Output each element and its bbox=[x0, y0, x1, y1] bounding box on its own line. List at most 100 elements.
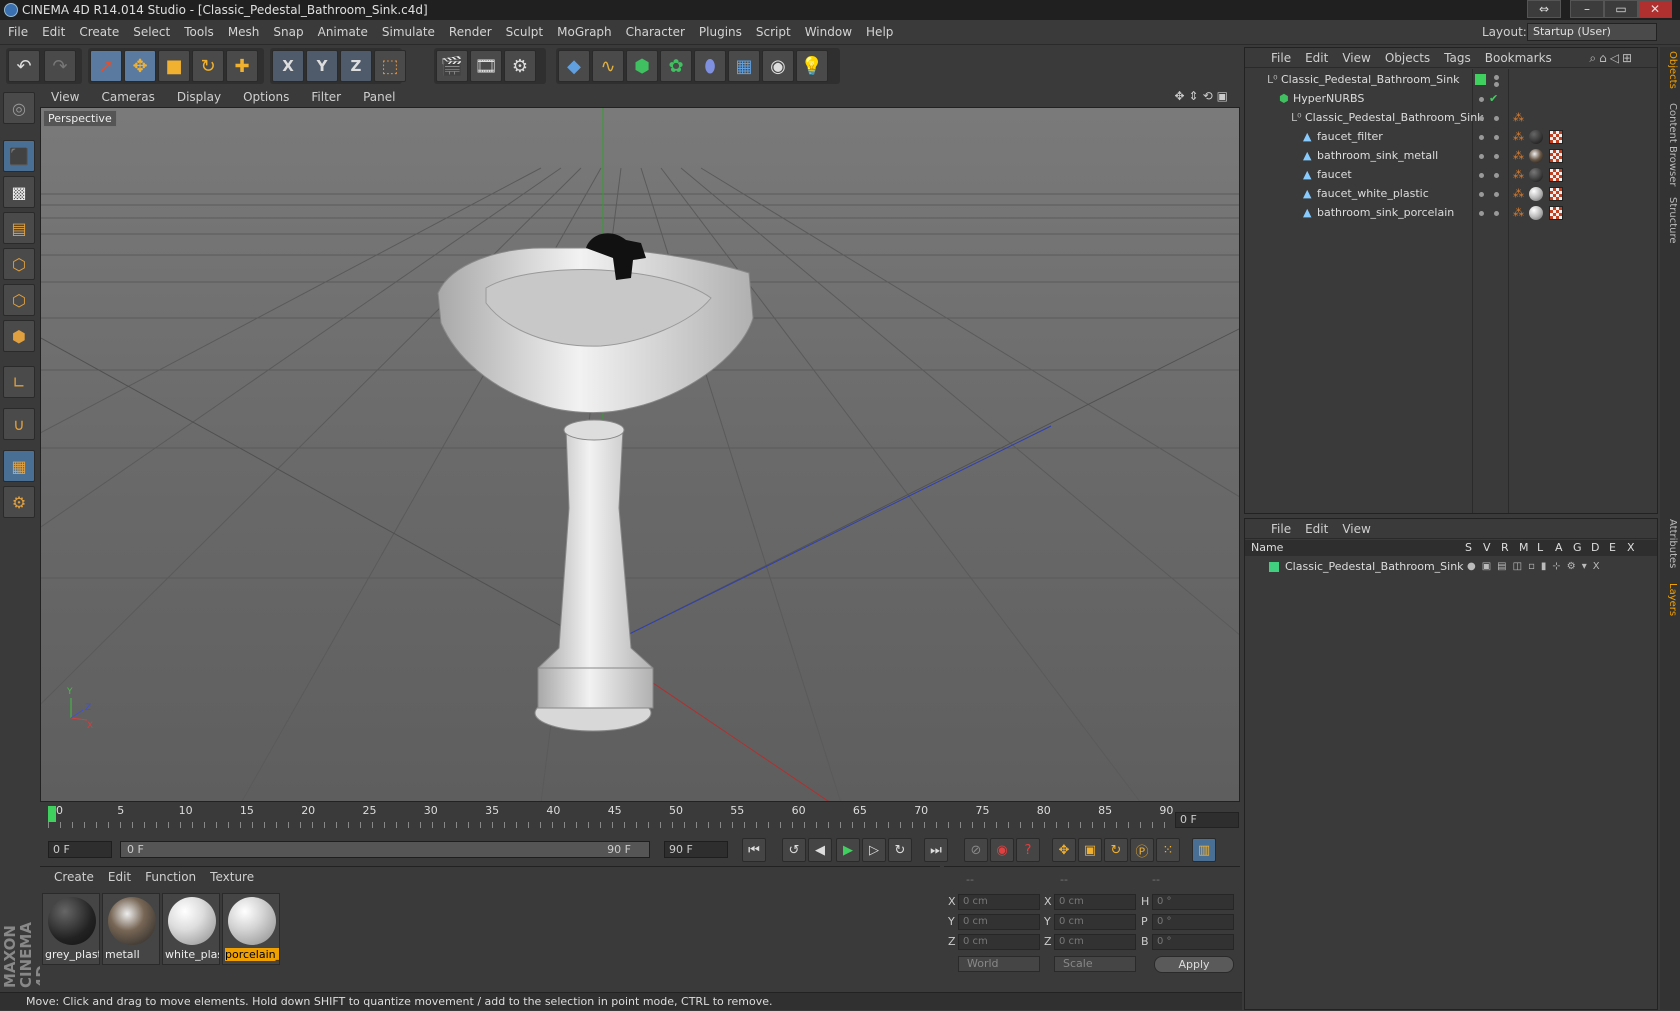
viewport-menu-display[interactable]: Display bbox=[166, 87, 232, 107]
viewport-nav-icons[interactable]: ✥⇕⟲▣ bbox=[1174, 89, 1232, 103]
material-swatch[interactable]: grey_plasti bbox=[42, 893, 100, 965]
object-row[interactable]: ▲ faucet_filter ⁂ bbox=[1245, 127, 1657, 147]
tab-attributes[interactable]: Attributes bbox=[1662, 519, 1678, 568]
phong-tag-icon[interactable]: ⁂ bbox=[1513, 146, 1524, 166]
floor-icon[interactable]: ▦ bbox=[728, 50, 760, 82]
keyframe-selection-icon[interactable]: ? bbox=[1016, 838, 1040, 862]
previous-key-icon[interactable]: ↺ bbox=[782, 838, 806, 862]
lm-menu-edit[interactable]: Edit bbox=[1305, 522, 1328, 536]
position-y-field[interactable]: 0 cm bbox=[958, 914, 1040, 930]
playhead[interactable] bbox=[48, 806, 56, 822]
object-row[interactable]: ▲ bathroom_sink_metall ⁂ bbox=[1245, 146, 1657, 166]
material-swatch[interactable]: white_plas bbox=[162, 893, 220, 965]
next-key-icon[interactable]: ↻ bbox=[888, 838, 912, 862]
size-z-field[interactable]: 0 cm bbox=[1054, 934, 1136, 950]
enabled-check-icon[interactable]: ✔ bbox=[1489, 89, 1498, 109]
material-swatch[interactable]: porcelain_v bbox=[222, 893, 280, 965]
menu-animate[interactable]: Animate bbox=[311, 20, 375, 45]
menu-mograph[interactable]: MoGraph bbox=[550, 20, 619, 45]
minimize-button[interactable]: – bbox=[1570, 0, 1604, 18]
uvw-tag-icon[interactable] bbox=[1549, 149, 1563, 163]
viewport-menu-filter[interactable]: Filter bbox=[300, 87, 352, 107]
render-dot[interactable] bbox=[1494, 82, 1499, 87]
light-icon[interactable]: 💡 bbox=[796, 50, 828, 82]
cube-icon[interactable]: ◆ bbox=[558, 50, 590, 82]
rotation-h-field[interactable]: 0 ° bbox=[1152, 894, 1234, 910]
make-editable-icon[interactable]: ◎ bbox=[3, 92, 35, 124]
viewport-menu-cameras[interactable]: Cameras bbox=[90, 87, 165, 107]
key-point-level-icon[interactable]: ⁙ bbox=[1156, 838, 1180, 862]
camera-icon[interactable]: ◉ bbox=[762, 50, 794, 82]
menu-simulate[interactable]: Simulate bbox=[375, 20, 442, 45]
om-menu-file[interactable]: File bbox=[1271, 51, 1291, 65]
end-frame-field[interactable]: 90 F bbox=[664, 841, 728, 858]
record-keys-icon[interactable]: ⊘ bbox=[964, 838, 988, 862]
menu-select[interactable]: Select bbox=[126, 20, 177, 45]
visibility-dot[interactable] bbox=[1479, 97, 1484, 102]
material-tag-icon[interactable] bbox=[1529, 187, 1543, 201]
menu-edit[interactable]: Edit bbox=[35, 20, 72, 45]
render-picture-viewer-icon[interactable]: 🎞 bbox=[470, 50, 502, 82]
world-dropdown[interactable]: World bbox=[958, 956, 1040, 972]
phong-tag-icon[interactable]: ⁂ bbox=[1513, 203, 1524, 223]
om-menu-view[interactable]: View bbox=[1342, 51, 1370, 65]
render-view-icon[interactable]: 🎬 bbox=[436, 50, 468, 82]
go-to-end-icon[interactable]: ⏭ bbox=[924, 838, 948, 862]
timeline-ruler[interactable]: 0 5 10 15 20 25 30 35 40 45 50 55 60 65 70 75 80 85 90 bbox=[40, 804, 1240, 834]
perspective-viewport[interactable]: Y X Z Perspective bbox=[40, 107, 1240, 802]
texture-mode-icon[interactable]: ▩ bbox=[3, 176, 35, 208]
x-axis-lock-button[interactable]: X bbox=[272, 50, 304, 82]
size-x-field[interactable]: 0 cm bbox=[1054, 894, 1136, 910]
go-to-start-icon[interactable]: ⏮ bbox=[742, 838, 766, 862]
menu-help[interactable]: Help bbox=[859, 20, 900, 45]
layer-color-swatch[interactable] bbox=[1269, 562, 1279, 572]
material-menu-create[interactable]: Create bbox=[54, 870, 94, 884]
material-menu-texture[interactable]: Texture bbox=[210, 870, 254, 884]
om-menu-objects[interactable]: Objects bbox=[1385, 51, 1430, 65]
undo-icon[interactable]: ↶ bbox=[8, 50, 40, 82]
points-mode-icon[interactable]: ⬡ bbox=[3, 248, 35, 280]
current-frame-field[interactable]: 0 F bbox=[1175, 812, 1239, 828]
om-search-home-icons[interactable]: ⌕⌂◁⊞ bbox=[1589, 48, 1635, 68]
lm-menu-file[interactable]: File bbox=[1271, 522, 1291, 536]
tab-layers[interactable]: Layers bbox=[1662, 583, 1678, 616]
scale-icon[interactable]: ■ bbox=[158, 50, 190, 82]
viewport-menu-options[interactable]: Options bbox=[232, 87, 300, 107]
recent-tool-icon[interactable]: ✚ bbox=[226, 50, 258, 82]
menu-render[interactable]: Render bbox=[442, 20, 499, 45]
key-rotation-icon[interactable]: ↻ bbox=[1104, 838, 1128, 862]
material-tag-icon[interactable] bbox=[1529, 206, 1543, 220]
play-icon[interactable]: ▶ bbox=[836, 838, 860, 862]
material-menu-edit[interactable]: Edit bbox=[108, 870, 131, 884]
workplane-mode-icon[interactable]: ▤ bbox=[3, 212, 35, 244]
object-row[interactable]: ▲ faucet_white_plastic ⁂ bbox=[1245, 184, 1657, 204]
material-tag-icon[interactable] bbox=[1529, 130, 1543, 144]
om-menu-edit[interactable]: Edit bbox=[1305, 51, 1328, 65]
rotation-b-field[interactable]: 0 ° bbox=[1152, 934, 1234, 950]
tab-objects[interactable]: Objects bbox=[1662, 51, 1678, 89]
subdivision-surface-icon[interactable]: ⬢ bbox=[626, 50, 658, 82]
start-frame-field[interactable]: 0 F bbox=[48, 841, 112, 858]
workplane-lock-icon[interactable]: ▦ bbox=[3, 450, 35, 482]
size-y-field[interactable]: 0 cm bbox=[1054, 914, 1136, 930]
cloner-icon[interactable]: ✿ bbox=[660, 50, 692, 82]
model-mode-icon[interactable]: ⬛ bbox=[3, 140, 35, 172]
scale-dropdown[interactable]: Scale bbox=[1054, 956, 1136, 972]
object-row[interactable]: L⁰ Classic_Pedestal_Bathroom_Sink ⁂ bbox=[1245, 108, 1657, 128]
object-row[interactable]: L⁰ Classic_Pedestal_Bathroom_Sink bbox=[1245, 70, 1657, 90]
redo-icon[interactable]: ↷ bbox=[44, 50, 76, 82]
material-menu-function[interactable]: Function bbox=[145, 870, 196, 884]
uvw-tag-icon[interactable] bbox=[1549, 168, 1563, 182]
z-axis-lock-button[interactable]: Z bbox=[340, 50, 372, 82]
lm-menu-view[interactable]: View bbox=[1342, 522, 1370, 536]
object-row[interactable]: ▲ faucet ⁂ bbox=[1245, 165, 1657, 185]
auto-keying-icon[interactable]: ◉ bbox=[990, 838, 1014, 862]
move-icon[interactable]: ✥ bbox=[124, 50, 156, 82]
object-row[interactable]: ▲ bathroom_sink_porcelain ⁂ bbox=[1245, 203, 1657, 223]
menu-file[interactable]: File bbox=[0, 20, 35, 45]
layer-color-swatch[interactable] bbox=[1475, 74, 1486, 85]
frame-range-slider[interactable]: 0 F 90 F bbox=[120, 841, 650, 858]
key-position-icon[interactable]: ✥ bbox=[1052, 838, 1076, 862]
rotate-icon[interactable]: ↻ bbox=[192, 50, 224, 82]
tag-icon[interactable]: ⁂ bbox=[1513, 108, 1524, 128]
